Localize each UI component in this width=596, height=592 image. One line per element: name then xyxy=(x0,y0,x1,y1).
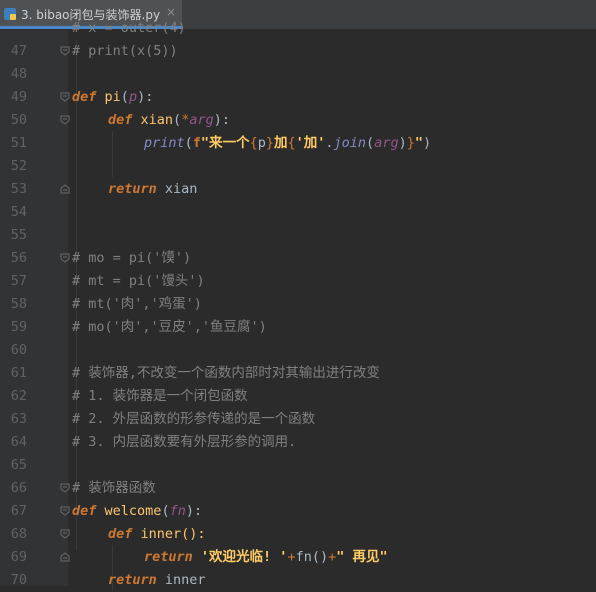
code-area[interactable]: 47 # print(x(5)) 48 49 def pi(p): 50 def… xyxy=(0,30,596,588)
keyword-def: def xyxy=(108,526,133,542)
keyword-return: return xyxy=(144,549,193,565)
line-number: 47 xyxy=(10,43,27,59)
line-number: 63 xyxy=(10,411,27,427)
line-number: 58 xyxy=(10,296,27,312)
code-text: def xian(*arg): xyxy=(108,109,230,132)
fold-marker-icon[interactable] xyxy=(60,253,70,263)
code-line: 56 # mo = pi('馍') xyxy=(0,247,596,270)
code-text: print(f"来一个{p}加{'加'.join(arg)}") xyxy=(144,135,432,151)
fold-marker-icon[interactable] xyxy=(60,184,70,194)
fold-marker-icon[interactable] xyxy=(60,92,70,102)
code-line: 48 xyxy=(0,63,596,86)
code-line: 69 return '欢迎光临! '+fn()+" 再见" xyxy=(0,546,596,569)
keyword-def: def xyxy=(72,503,97,519)
builtin-print: print xyxy=(144,135,185,151)
code-text: # mo('肉','豆皮','鱼豆腐') xyxy=(72,319,267,335)
code-line: 51 print(f"来一个{p}加{'加'.join(arg)}") xyxy=(0,132,596,155)
line-number: 51 xyxy=(10,135,27,151)
code-line: 68 def inner(): xyxy=(0,523,596,546)
line-number: 62 xyxy=(10,388,27,404)
code-line: 66 # 装饰器函数 xyxy=(0,477,596,500)
code-line: 62 # 1. 装饰器是一个闭包函数 xyxy=(0,385,596,408)
code-line: 57 # mt = pi('馒头') xyxy=(0,270,596,293)
code-text: # mt = pi('馒头') xyxy=(72,273,205,289)
keyword-def: def xyxy=(72,89,97,105)
code-line: 49 def pi(p): xyxy=(0,86,596,109)
fold-marker-icon[interactable] xyxy=(60,46,70,56)
code-line: 63 # 2. 外层函数的形参传递的是一个函数 xyxy=(0,408,596,431)
keyword-return: return xyxy=(108,181,157,197)
code-text: # mo = pi('馍') xyxy=(72,250,192,266)
code-line: 47 # print(x(5)) xyxy=(0,40,596,63)
line-number: 68 xyxy=(10,526,27,542)
string-literal: '欢迎光临! ' xyxy=(200,549,288,565)
code-line: 50 def xian(*arg): xyxy=(0,109,596,132)
code-text: return xian xyxy=(108,181,198,197)
line-number: 54 xyxy=(10,204,27,220)
code-text: # print(x(5)) xyxy=(72,43,178,59)
paren: ( xyxy=(173,112,182,128)
line-number: 65 xyxy=(10,457,27,473)
line-number: 48 xyxy=(10,66,27,82)
line-number: 55 xyxy=(10,227,27,243)
code-text: # 2. 外层函数的形参传递的是一个函数 xyxy=(72,411,316,427)
line-number: 61 xyxy=(10,365,27,381)
code-line: 65 xyxy=(0,454,596,477)
code-line: 54 xyxy=(0,201,596,224)
function-name: xian xyxy=(140,112,174,128)
function-name: pi xyxy=(104,89,121,105)
fstring-prefix: f xyxy=(192,135,201,151)
line-number: 70 xyxy=(10,572,27,588)
line-number: 69 xyxy=(10,549,27,565)
paren: ): xyxy=(213,112,230,128)
fold-marker-icon[interactable] xyxy=(60,483,70,493)
code-text: # 装饰器函数 xyxy=(72,480,156,496)
function-name: welcome xyxy=(104,503,162,519)
code-line: 58 # mt('肉','鸡蛋') xyxy=(0,293,596,316)
line-number: 52 xyxy=(10,158,27,174)
code-line: 53 return xian xyxy=(0,178,596,201)
fold-marker-icon[interactable] xyxy=(60,552,70,562)
string-literal: " 再见" xyxy=(336,549,388,565)
code-line: 70 return inner xyxy=(0,569,596,592)
code-text: def pi(p): xyxy=(72,86,153,109)
line-number: 57 xyxy=(10,273,27,289)
line-number: 59 xyxy=(10,319,27,335)
code-line: 61 # 装饰器,不改变一个函数内部时对其输出进行改变 xyxy=(0,362,596,385)
keyword-def: def xyxy=(108,112,133,128)
code-line: 60 xyxy=(0,339,596,362)
fold-marker-icon[interactable] xyxy=(60,529,70,539)
code-text: # 1. 装饰器是一个闭包函数 xyxy=(72,388,248,404)
code-text: return inner xyxy=(108,572,206,588)
line-number: 49 xyxy=(10,89,27,105)
line-number: 64 xyxy=(10,434,27,450)
code-text: return '欢迎光临! '+fn()+" 再见" xyxy=(144,549,388,565)
code-text: # 3. 内层函数要有外层形参的调用. xyxy=(72,434,297,450)
code-line: 67 def welcome(fn): xyxy=(0,500,596,523)
code-editor[interactable]: # x = outer(4) 47 # print(x(5)) 48 49 de… xyxy=(0,20,596,591)
paren: ): xyxy=(137,89,154,105)
code-line: 59 # mo('肉','豆皮','鱼豆腐') xyxy=(0,316,596,339)
code-line: 52 xyxy=(0,155,596,178)
line-number: 66 xyxy=(10,480,27,496)
function-name: inner xyxy=(140,526,182,542)
code-line: 64 # 3. 内层函数要有外层形参的调用. xyxy=(0,431,596,454)
parameter: arg xyxy=(189,112,214,128)
code-line: 55 xyxy=(0,224,596,247)
code-text: def inner(): xyxy=(108,526,206,542)
line-number: 60 xyxy=(10,342,27,358)
code-text: def welcome(fn): xyxy=(72,503,203,519)
line-number: 56 xyxy=(10,250,27,266)
paren: ( xyxy=(120,89,129,105)
parameter: p xyxy=(128,89,138,105)
parameter: fn xyxy=(169,503,186,519)
code-text: # mt('肉','鸡蛋') xyxy=(72,296,202,312)
code-text: # 装饰器,不改变一个函数内部时对其输出进行改变 xyxy=(72,365,380,381)
line-number: 50 xyxy=(10,112,27,128)
fold-marker-icon[interactable] xyxy=(60,506,70,516)
line-number: 53 xyxy=(10,181,27,197)
line-number: 67 xyxy=(10,503,27,519)
fold-marker-icon[interactable] xyxy=(60,115,70,125)
